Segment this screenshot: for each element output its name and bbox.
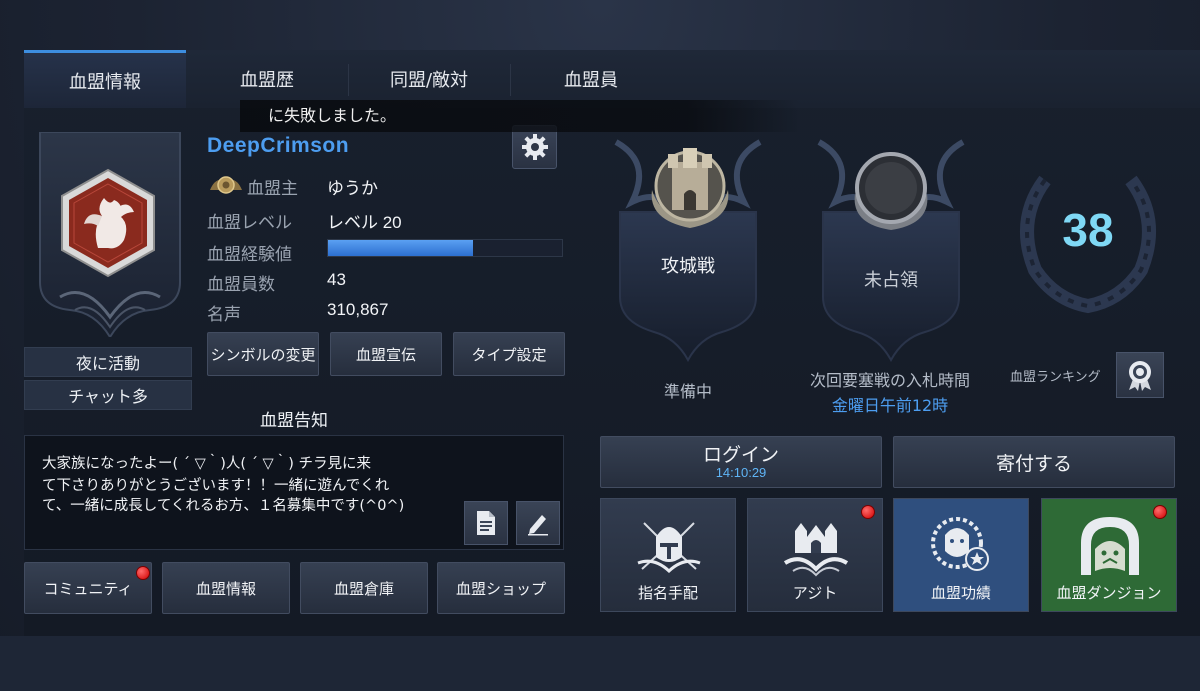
empty-territory-icon[interactable]: [851, 148, 931, 232]
ranking-button[interactable]: [1116, 352, 1164, 398]
level-label: 血盟レベル: [207, 213, 292, 233]
promote-clan-button[interactable]: 血盟宣伝: [330, 332, 442, 376]
bottom-band: [0, 636, 1200, 691]
community-button-label: コミュニティ: [43, 579, 133, 598]
login-label: ログイン: [702, 444, 779, 466]
leader-value: ゆうか: [327, 179, 378, 198]
members-label: 血盟員数: [207, 275, 275, 295]
medal-icon: [1129, 361, 1151, 391]
clan-dungeon-label: 血盟ダンジョン: [1056, 584, 1162, 602]
notice-edit-button[interactable]: [516, 501, 560, 545]
notice-line: て、一緒に成長してくれるお方、１名募集中です(^0^): [42, 498, 405, 514]
clan-info-button[interactable]: 血盟情報: [162, 562, 290, 614]
tab-clan-info[interactable]: 血盟情報: [24, 50, 186, 108]
hideout-label: アジト: [792, 584, 838, 602]
xp-progress-fill: [328, 240, 474, 256]
community-button[interactable]: コミュニティ: [24, 562, 152, 614]
dungeon-gate-icon: [1081, 517, 1139, 575]
gear-icon: [521, 134, 548, 160]
siege-status: 準備中: [663, 382, 712, 401]
fame-value: 310,867: [327, 300, 389, 319]
level-value: レベル 20: [327, 213, 402, 232]
clan-merit-label: 血盟功績: [930, 584, 991, 602]
document-icon: [477, 511, 495, 535]
change-symbol-button[interactable]: シンボルの変更: [207, 332, 319, 376]
wanted-label: 指名手配: [637, 584, 698, 602]
clan-merit-tile[interactable]: 血盟功績: [893, 498, 1029, 612]
notification-dot: [136, 566, 150, 580]
xp-label: 血盟経験値: [207, 245, 292, 265]
clan-name: DeepCrimson: [207, 134, 350, 157]
wanted-tile[interactable]: 指名手配: [600, 498, 736, 612]
notice-line: て下さりありがとうございます！！一緒に遊んでくれ: [42, 478, 390, 494]
siege-label: 攻城戦: [661, 256, 715, 277]
hideout-castle-icon: [783, 523, 849, 577]
login-button[interactable]: ログイン 14:10:29: [600, 436, 882, 488]
territory-label: 未占領: [864, 270, 918, 291]
leader-crest-icon: [210, 176, 242, 194]
lion-crest-icon: [931, 517, 989, 571]
notification-dot: [1153, 505, 1167, 519]
wanted-helmet-icon: [637, 522, 701, 574]
bid-label: 次回要塞戦の入札時間: [809, 371, 970, 390]
clan-shop-button[interactable]: 血盟ショップ: [437, 562, 565, 614]
notice-view-button[interactable]: [464, 501, 508, 545]
bid-time: 金曜日午前12時: [831, 396, 949, 415]
notice-title: 血盟告知: [260, 411, 328, 431]
notification-dot: [861, 505, 875, 519]
pencil-icon: [528, 515, 548, 536]
donate-button[interactable]: 寄付する: [893, 436, 1175, 488]
ranking-label: 血盟ランキング: [1010, 370, 1101, 385]
error-toast: に失敗しました。: [240, 100, 800, 132]
members-value: 43: [327, 270, 346, 289]
clan-warehouse-button[interactable]: 血盟倉庫: [300, 562, 428, 614]
type-settings-button[interactable]: タイプ設定: [453, 332, 565, 376]
ranking-value: 38: [1062, 204, 1114, 256]
notice-line: 大家族になったよー( ´ ▽｀)人( ´ ▽｀) チラ見に来: [42, 456, 371, 472]
login-time: 14:10:29: [715, 465, 767, 480]
xp-progress-bar: [327, 239, 563, 257]
fame-label: 名声: [207, 305, 241, 325]
clan-tag-night-active: 夜に活動: [24, 347, 192, 377]
leader-label: 血盟主: [247, 179, 298, 199]
castle-icon[interactable]: [648, 140, 732, 230]
clan-emblem-icon[interactable]: [58, 168, 158, 278]
